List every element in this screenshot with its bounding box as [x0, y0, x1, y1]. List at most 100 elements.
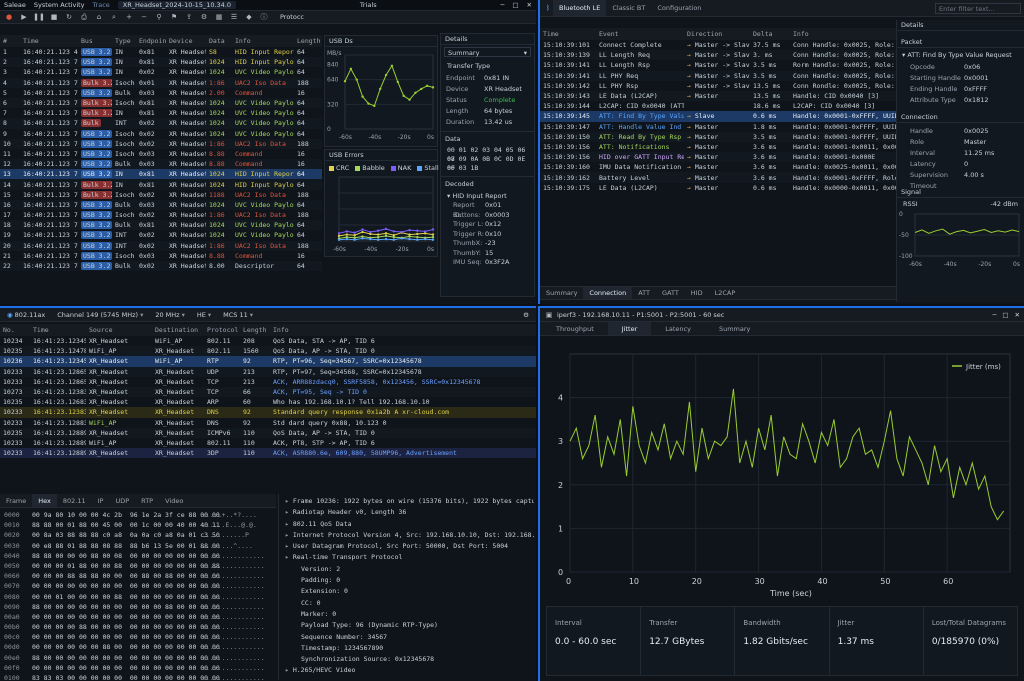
- table-row[interactable]: 15:10:39:141 LL PHY Req → Master -> Slave 3…: [540, 70, 896, 81]
- marker-icon[interactable]: ◆: [244, 12, 254, 22]
- wifi-bottom-tab[interactable]: Hex: [32, 494, 57, 507]
- zoom-out-icon[interactable]: −: [139, 12, 149, 22]
- usb-col-0[interactable]: #: [0, 35, 20, 47]
- table-row[interactable]: 15 16:40:21.123 789Bulk 3.2Isoch 0x02 XR He…: [0, 190, 322, 200]
- table-row[interactable]: 1216:40:21.123 789USB 3.2Bulk0x03XR Head…: [0, 159, 322, 170]
- usb-col-1[interactable]: Time: [20, 35, 78, 47]
- play-icon[interactable]: ▶: [19, 12, 29, 22]
- ble-bottom-tab[interactable]: GATT: [656, 287, 685, 299]
- info-icon[interactable]: ⓘ: [259, 12, 269, 22]
- table-row[interactable]: 816:40:21.123 789Bulk INT0x02XR Headset10…: [0, 118, 322, 129]
- usb-col-3[interactable]: Type: [112, 35, 136, 47]
- table-row[interactable]: 15:10:39:145ATT: Find By Type Value Req→…: [540, 111, 896, 122]
- export-icon[interactable]: ⇪: [184, 12, 194, 22]
- wifi-bottom-tab[interactable]: RTP: [135, 494, 159, 507]
- table-row[interactable]: 10236 16:41:23.123456 XR_Headset WiFi_AP RTP…: [0, 356, 536, 367]
- table-row[interactable]: 10234 16:41:23.123456 XR_Headset WiFi_AP 802…: [0, 336, 536, 346]
- table-row[interactable]: 5 16:40:21.123 789USB 3.2Bulk 0x03 XR Heads…: [0, 88, 322, 98]
- tree-item[interactable]: Synchronization Source: 0x12345678: [279, 654, 534, 665]
- usb-col-7[interactable]: Info: [232, 35, 294, 47]
- protocol-filter[interactable]: Protocc: [280, 13, 304, 21]
- tree-item[interactable]: Padding: 0: [279, 575, 534, 586]
- list-icon[interactable]: ☰: [229, 12, 239, 22]
- wifi-toolbar-item[interactable]: HE ▾: [193, 311, 215, 319]
- close-icon[interactable]: ✕: [1015, 311, 1020, 319]
- wifi-toolbar-item[interactable]: Channel 149 (5745 MHz) ▾: [53, 311, 147, 319]
- ble-tab[interactable]: Classic BT: [606, 0, 651, 16]
- table-row[interactable]: 1 16:40:21.123 456USB 3.2IN 0x81 XR Headset…: [0, 47, 322, 57]
- filter-icon[interactable]: ⚲: [154, 12, 164, 22]
- usb-col-6[interactable]: Data: [206, 35, 232, 47]
- table-row[interactable]: 19 16:40:21.123 789USB 3.2INT 0x02 XR Heads…: [0, 230, 322, 240]
- ble-col-3[interactable]: Delta: [750, 28, 790, 40]
- decoded-root[interactable]: ▾ HID Input Report: [441, 191, 534, 201]
- table-row[interactable]: 10235 16:41:23.128898 XR_Headset XR_Headset…: [0, 427, 536, 438]
- usb-menu-system-activity[interactable]: System Activity: [34, 1, 85, 9]
- wifi-toolbar-item[interactable]: ◉ 802.11ax: [3, 311, 49, 319]
- tree-item[interactable]: CC: 0: [279, 598, 534, 609]
- table-row[interactable]: 15:10:39:139 LL Length Req → Master -> Sla…: [540, 50, 896, 61]
- maximize-icon[interactable]: □: [512, 1, 518, 9]
- ble-col-2[interactable]: Direction: [684, 28, 750, 40]
- table-row[interactable]: 416:40:21.123 789Bulk 3.2Isoch0x01XR Hea…: [0, 77, 322, 88]
- tree-item[interactable]: Extension: 0: [279, 586, 534, 597]
- iperf-tab[interactable]: Jitter: [607, 322, 652, 335]
- ble-filter-input[interactable]: Enter filter text...: [935, 2, 1021, 14]
- iperf-tab[interactable]: Latency: [651, 322, 705, 335]
- wifi-col-3[interactable]: Destination: [152, 324, 204, 336]
- ble-packet-root[interactable]: ▾ ATT: Find By Type Value Request: [897, 48, 1024, 62]
- table-row[interactable]: 15:10:39:147 ATT: Handle Value Ind → Maste…: [540, 122, 896, 132]
- tree-item[interactable]: Version: 2: [279, 564, 534, 575]
- wifi-bottom-tab[interactable]: Frame: [0, 494, 32, 507]
- table-row[interactable]: 10233 16:41:23.123838 XR_Headset XR_Headset…: [0, 407, 536, 418]
- usb-file-tab[interactable]: XR_Headset_2024-10-15_10.34.0: [117, 1, 237, 9]
- refresh-icon[interactable]: ↻: [64, 12, 74, 22]
- ble-bottom-tab[interactable]: L2CAP: [709, 287, 742, 299]
- table-row[interactable]: 15:10:39:175 LE Data (L2CAP) → Master 0.6 m…: [540, 183, 896, 193]
- ble-tab[interactable]: Configuration: [651, 0, 707, 16]
- table-row[interactable]: 2216:40:21.123 789USB 3.2Bulk0x02XR Head…: [0, 260, 322, 272]
- grid-icon[interactable]: ▦: [214, 12, 224, 22]
- ble-tab[interactable]: Bluetooth LE: [553, 0, 607, 16]
- table-row[interactable]: 15:10:39:160 IMU Data Notification → Maste…: [540, 162, 896, 172]
- table-row[interactable]: 15:10:39:144 L2CAP: CID 0x0040 (ATT) 18.6 …: [540, 101, 896, 111]
- tree-item[interactable]: ▸ Radiotap Header v0, Length 36: [279, 507, 534, 518]
- tree-item[interactable]: ▸ H.265/HEVC Video: [279, 665, 534, 676]
- table-row[interactable]: 1416:40:21.123 789Bulk 3.2IN0x81XR Heads…: [0, 179, 322, 190]
- wifi-col-5[interactable]: Length: [240, 324, 270, 336]
- table-row[interactable]: 15:10:39:141 LL Length Rsp → Master -> Sla…: [540, 60, 896, 70]
- table-row[interactable]: 2016:40:21.123 789USB 3.2INT0x02XR Heads…: [0, 240, 322, 251]
- bookmark-icon[interactable]: ⚑: [169, 12, 179, 22]
- table-row[interactable]: 10273 16:41:23.123839 XR_Headset XR_Headset…: [0, 386, 536, 398]
- usb-col-2[interactable]: Bus: [78, 35, 112, 47]
- ble-bottom-tab[interactable]: Summary: [540, 287, 583, 299]
- close-icon[interactable]: ✕: [527, 1, 532, 9]
- usb-col-5[interactable]: Device: [166, 35, 206, 47]
- wifi-bottom-tab[interactable]: UDP: [109, 494, 135, 507]
- pause-icon[interactable]: ❚❚: [33, 12, 45, 22]
- table-row[interactable]: 216:40:21.123 789USB 3.2IN0x81XR Headset…: [0, 57, 322, 68]
- ble-bottom-tab[interactable]: HID: [685, 287, 709, 299]
- table-row[interactable]: 1816:40:21.123 789USB 3.2Bulk0x81XR Head…: [0, 220, 322, 231]
- iperf-tab[interactable]: Summary: [705, 322, 764, 335]
- tree-item[interactable]: ▸ User Datagram Protocol, Src Port: 5000…: [279, 541, 534, 552]
- table-row[interactable]: 17 16:40:21.123 789USB 3.2Isoch 0x02 XR Hea…: [0, 210, 322, 220]
- usb-menu-trace[interactable]: Trace: [93, 1, 110, 9]
- table-row[interactable]: 1016:40:21.123 789USB 3.2Isoch0x02XR Hea…: [0, 138, 322, 149]
- table-row[interactable]: 1316:40:21.123 789USB 3.2IN0x81XR Headse…: [0, 169, 322, 180]
- stop-icon[interactable]: ■: [49, 12, 59, 22]
- wifi-col-4[interactable]: Protocol: [204, 324, 240, 336]
- ble-bottom-tab[interactable]: ATT: [632, 287, 656, 299]
- tree-item[interactable]: Marker: 0: [279, 609, 534, 620]
- minimize-icon[interactable]: ─: [500, 1, 504, 9]
- table-row[interactable]: 10235 16:41:23.124789 WiFi_AP XR_Headset 802…: [0, 346, 536, 357]
- table-row[interactable]: 7 16:40:21.123 789Bulk 3.2IN 0x81 XR Headse…: [0, 108, 322, 118]
- tree-item[interactable]: Timestamp: 1234567890: [279, 643, 534, 654]
- table-row[interactable]: 15:10:39:162 Battery Level → Master 3.6 ms H…: [540, 172, 896, 183]
- search-icon[interactable]: ⌕: [109, 12, 119, 22]
- record-icon[interactable]: ●: [4, 12, 14, 22]
- table-row[interactable]: 15:10:39:143 LE Data (L2CAP) → Master 13.5 …: [540, 90, 896, 102]
- ble-col-4[interactable]: Info: [790, 28, 896, 40]
- zoom-in-icon[interactable]: +: [124, 12, 134, 22]
- table-row[interactable]: 11 16:40:21.123 789USB 3.2Isoch 0x03 XR Hea…: [0, 149, 322, 159]
